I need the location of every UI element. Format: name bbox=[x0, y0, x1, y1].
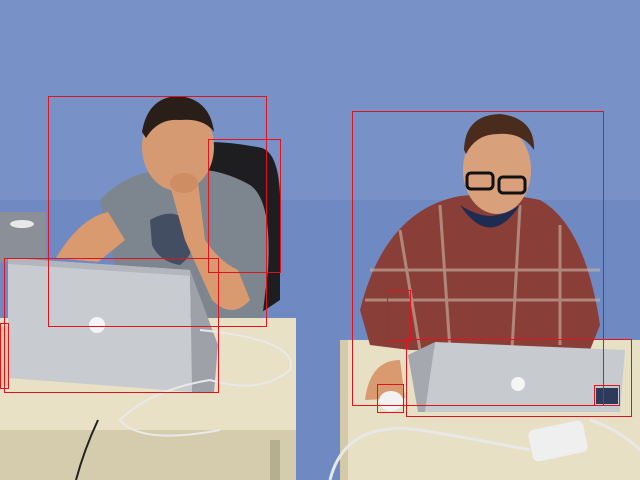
apple-logo-icon bbox=[511, 377, 525, 391]
laptop-right bbox=[408, 342, 625, 412]
cup bbox=[0, 326, 8, 386]
photo-scene bbox=[0, 0, 640, 480]
shelf bbox=[0, 212, 46, 262]
laptop-left bbox=[8, 258, 218, 392]
photo-illustration bbox=[0, 0, 640, 480]
apple-logo-icon bbox=[89, 317, 105, 333]
mouse bbox=[379, 391, 403, 411]
small-object bbox=[596, 388, 618, 404]
